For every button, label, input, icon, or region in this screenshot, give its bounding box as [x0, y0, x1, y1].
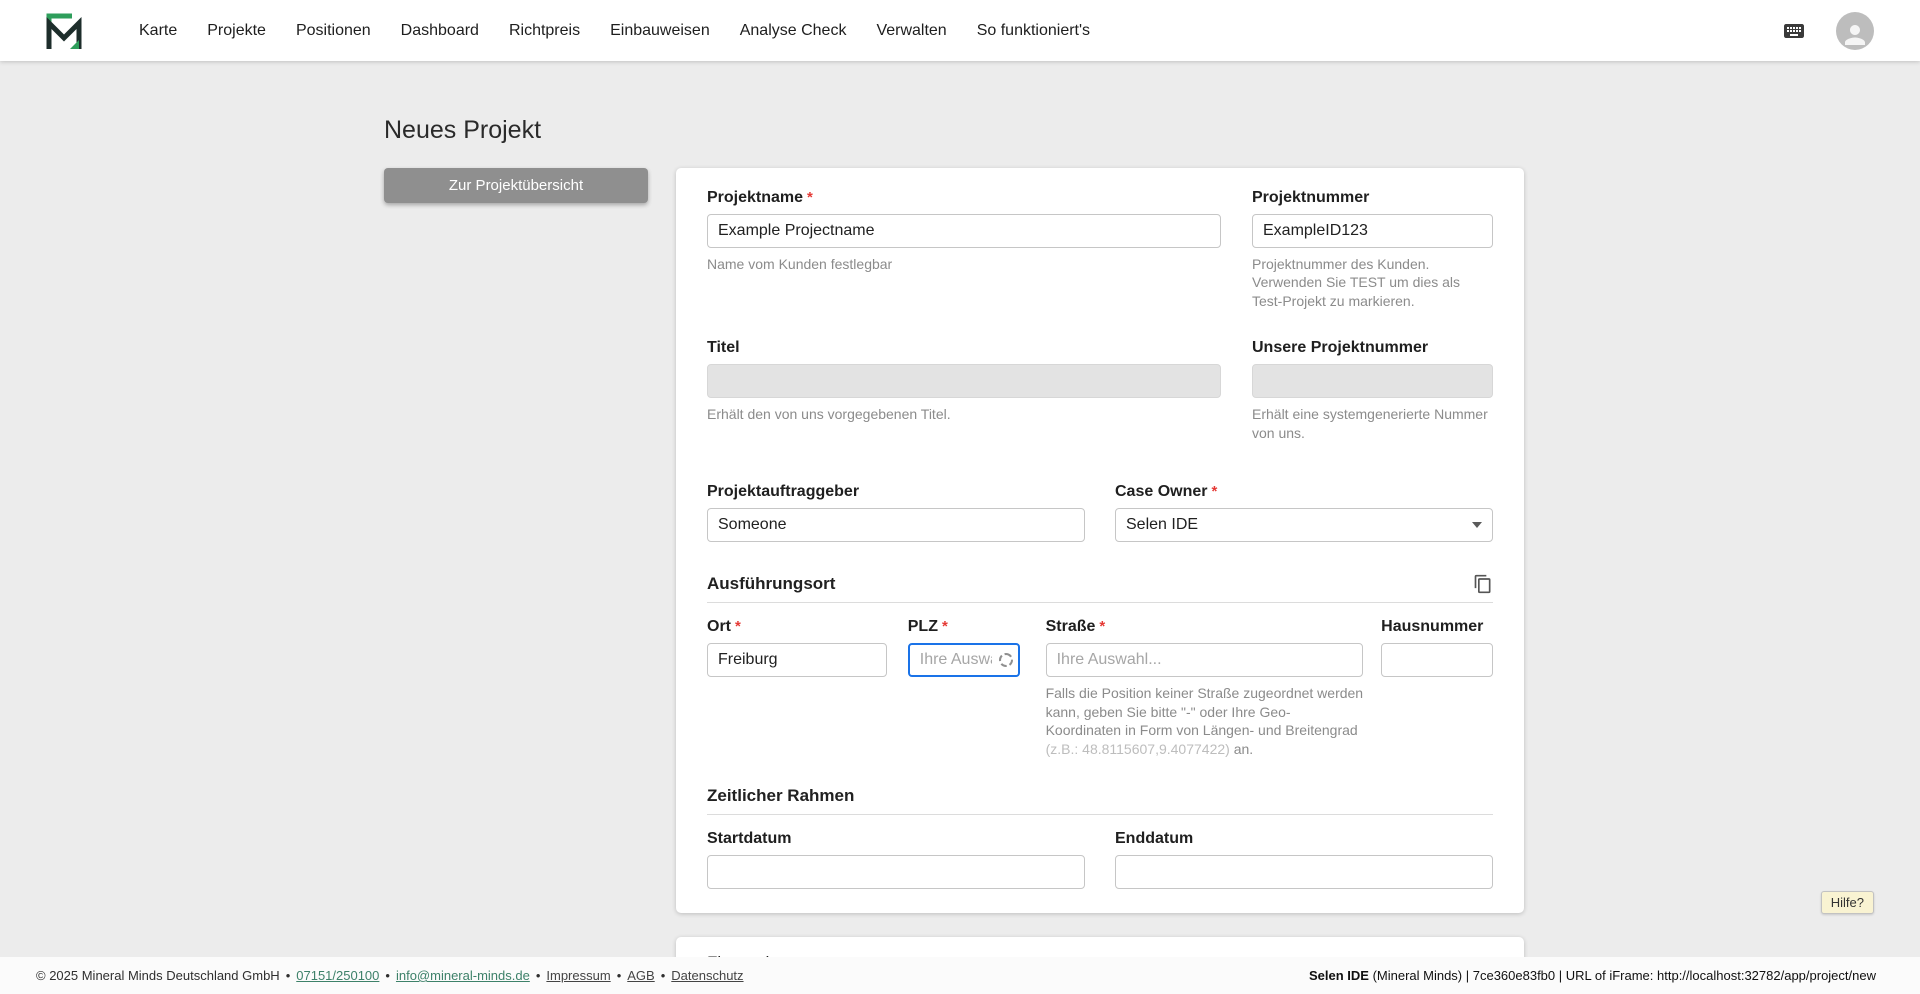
section-divider [707, 814, 1493, 816]
page-footer: © 2025 Mineral Minds Deutschland GmbH • … [0, 957, 1920, 994]
case-owner-select[interactable]: Selen IDE [1115, 508, 1493, 543]
impressum-link[interactable]: Impressum [546, 968, 610, 983]
ort-field: Ort * [707, 617, 887, 678]
footer-left: © 2025 Mineral Minds Deutschland GmbH • … [36, 968, 744, 983]
required-marker: * [941, 618, 948, 636]
plz-label: PLZ * [907, 618, 948, 636]
hausnummer-input[interactable] [1381, 643, 1493, 678]
case-owner-value: Selen IDE [1126, 516, 1199, 534]
projektauftraggeber-label: Projektauftraggeber [707, 483, 860, 501]
strasse-helper-example: (z.B.: 48.8115607,9.4077422) [1045, 740, 1230, 757]
back-to-overview-button[interactable]: Zur Projektübersicht [384, 168, 648, 203]
datenschutz-link[interactable]: Datenschutz [671, 968, 743, 983]
firmendaten-section-title: Firmendaten [707, 953, 1493, 957]
session-info: Selen IDE (Mineral Minds) | 7ce360e83fb0… [1309, 968, 1876, 983]
copyright-text: © 2025 Mineral Minds Deutschland GmbH [36, 968, 280, 983]
nav-item-positionen[interactable]: Positionen [281, 0, 386, 61]
copy-icon[interactable] [1473, 574, 1493, 594]
enddatum-field: Enddatum [1115, 829, 1493, 890]
nav-item-einbauweisen[interactable]: Einbauweisen [595, 0, 725, 61]
case-owner-label: Case Owner * [1115, 483, 1218, 501]
titel-input [707, 364, 1221, 399]
zeitlicher-rahmen-section-header: Zeitlicher Rahmen [707, 786, 1493, 806]
titel-label: Titel [707, 339, 740, 357]
required-marker: * [1211, 483, 1218, 501]
zeitlicher-rahmen-section-title: Zeitlicher Rahmen [707, 786, 855, 806]
projektauftraggeber-input[interactable] [707, 508, 1085, 543]
nav-item-so-funktionierts[interactable]: So funktioniert's [962, 0, 1105, 61]
ausfuehrungsort-section-title: Ausführungsort [707, 574, 836, 594]
left-column: Zur Projektübersicht [384, 168, 676, 203]
required-marker: * [807, 189, 813, 206]
titel-field: Titel Erhält den von uns vorgegebenen Ti… [707, 338, 1221, 423]
help-button[interactable]: Hilfe? [1820, 891, 1874, 914]
ausfuehrungsort-section-header: Ausführungsort [707, 574, 1493, 594]
navbar-right [1778, 11, 1874, 50]
agb-link[interactable]: AGB [627, 968, 654, 983]
session-details: (Mineral Minds) | 7ce360e83fb0 | URL of … [1372, 968, 1876, 983]
hausnummer-label: Hausnummer [1381, 618, 1484, 636]
phone-link[interactable]: 07151/250100 [296, 968, 379, 983]
main-navigation: Karte Projekte Positionen Dashboard Rich… [124, 0, 1105, 61]
enddatum-label: Enddatum [1115, 830, 1194, 848]
projektauftraggeber-field: Projektauftraggeber [707, 482, 1085, 543]
mineral-minds-logo-icon [46, 13, 82, 49]
user-avatar[interactable] [1836, 11, 1874, 50]
ort-input[interactable] [707, 643, 887, 678]
plz-field: PLZ * [907, 617, 1020, 678]
nav-item-karte[interactable]: Karte [124, 0, 192, 61]
unsere-projektnummer-field: Unsere Projektnummer Erhält eine systemg… [1252, 338, 1493, 442]
projektname-input[interactable] [707, 214, 1221, 248]
section-divider [707, 602, 1493, 604]
app-logo[interactable] [44, 11, 84, 51]
chevron-down-icon [1472, 522, 1482, 529]
page-title: Neues Projekt [384, 116, 542, 144]
strasse-label: Straße * [1045, 618, 1106, 636]
strasse-helper: Falls die Position keiner Straße zugeord… [1045, 685, 1364, 757]
nav-item-projekte[interactable]: Projekte [192, 0, 281, 61]
loading-spinner-icon [998, 653, 1013, 668]
email-link[interactable]: info@mineral-minds.de [396, 968, 530, 983]
strasse-input[interactable] [1045, 643, 1364, 678]
startdatum-label: Startdatum [707, 830, 792, 848]
nav-item-richtpreis[interactable]: Richtpreis [494, 0, 595, 61]
firmendaten-card: Firmendaten [676, 937, 1524, 957]
strasse-field: Straße* Falls die Position keiner Straße… [1045, 617, 1364, 758]
main-content: Neues Projekt Zur Projektübersicht Proje… [0, 61, 1920, 957]
unsere-projektnummer-helper: Erhält eine systemgenerierte Nummer von … [1252, 406, 1488, 441]
nav-item-analyse-check[interactable]: Analyse Check [725, 0, 862, 61]
nav-item-verwalten[interactable]: Verwalten [861, 0, 961, 61]
hausnummer-field: Hausnummer [1381, 617, 1493, 678]
projektname-helper: Name vom Kunden festlegbar [707, 256, 893, 272]
nav-item-dashboard[interactable]: Dashboard [386, 0, 494, 61]
case-owner-field: Case Owner * Selen IDE [1115, 482, 1493, 543]
required-marker: * [735, 618, 741, 636]
session-user: Selen IDE [1308, 968, 1369, 983]
projektnummer-label: Projektnummer [1252, 189, 1370, 206]
top-navbar: Karte Projekte Positionen Dashboard Rich… [0, 0, 1920, 61]
projektnummer-input[interactable] [1252, 214, 1493, 248]
startdatum-input[interactable] [707, 855, 1085, 890]
person-icon [1845, 24, 1865, 45]
unsere-projektnummer-input [1252, 364, 1493, 399]
required-marker: * [1099, 618, 1106, 636]
projektname-field: Projektname* Name vom Kunden festlegbar [707, 188, 1221, 273]
projektname-label: Projektname * [707, 189, 813, 206]
keyboard-icon[interactable] [1778, 19, 1810, 43]
projektnummer-helper: Projektnummer des Kunden. Verwenden Sie … [1252, 256, 1461, 309]
startdatum-field: Startdatum [707, 829, 1085, 890]
enddatum-input[interactable] [1115, 855, 1493, 890]
projektnummer-field: Projektnummer Projektnummer des Kunden. … [1252, 188, 1493, 310]
unsere-projektnummer-label: Unsere Projektnummer [1252, 339, 1429, 357]
project-form-card: Projektname* Name vom Kunden festlegbar … [676, 168, 1524, 914]
ort-label: Ort * [707, 618, 741, 636]
titel-helper: Erhält den von uns vorgegebenen Titel. [707, 406, 951, 423]
